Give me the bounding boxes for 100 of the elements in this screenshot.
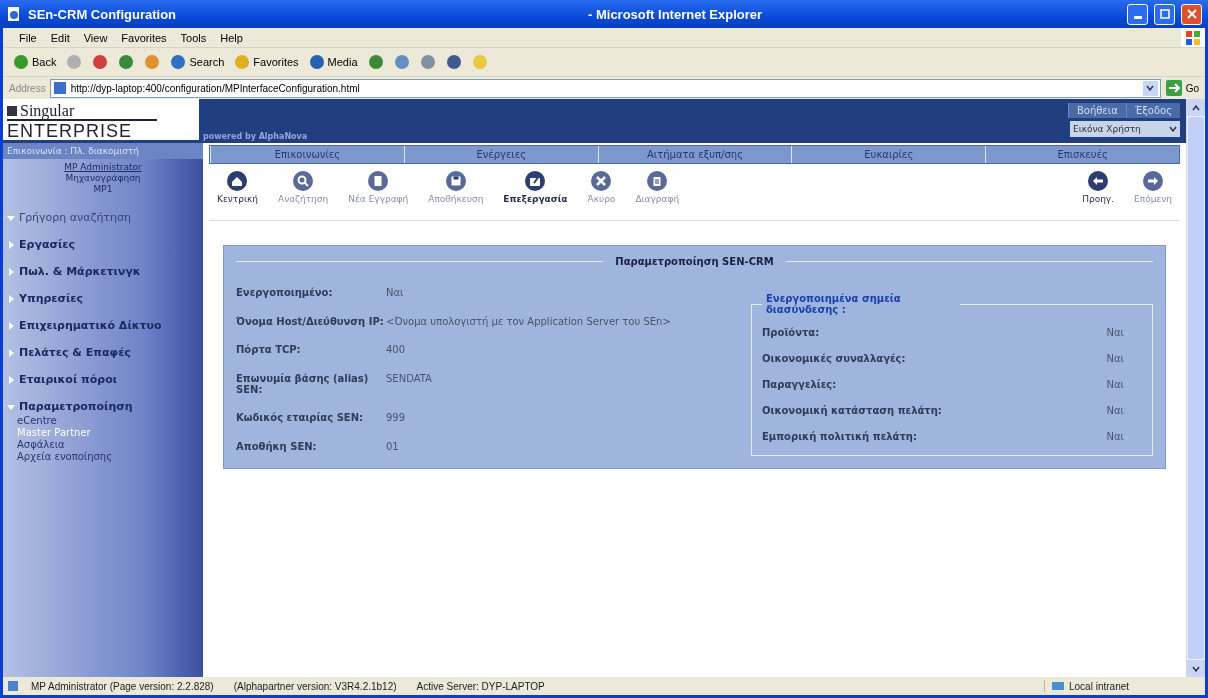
field-label: Αποθήκη SEN: xyxy=(236,440,318,454)
triangle-icon xyxy=(7,321,15,330)
field-label: Κωδικός εταιρίας SEN: xyxy=(236,412,365,425)
field-value: Ναι xyxy=(1106,326,1125,338)
triangle-icon xyxy=(7,375,15,384)
scroll-down-button[interactable] xyxy=(1187,660,1205,677)
minimize-button[interactable] xyxy=(1127,3,1148,25)
field-value: Ναι xyxy=(386,287,405,300)
field-value: Ναι xyxy=(1106,430,1125,442)
group-legend: Ενεργοποιημένα σημεία διασύνδεσης : xyxy=(762,293,960,315)
minimize-icon xyxy=(1133,15,1142,19)
profile-dropdown[interactable]: Εικόνα Χρήστη xyxy=(1070,121,1180,137)
cancel-icon xyxy=(590,170,613,192)
edit-icon xyxy=(524,170,547,192)
next-icon xyxy=(1142,170,1165,192)
sidebar-subitem[interactable]: eCentre xyxy=(17,415,203,427)
status-text: Active Server: DYP-LAPTOP xyxy=(415,680,546,692)
field-value: Ναι xyxy=(1106,378,1125,390)
field-value: 400 xyxy=(386,344,407,357)
app-title: - Microsoft Internet Explorer xyxy=(588,6,763,22)
page-icon xyxy=(7,680,19,692)
tab[interactable]: Επικοινωνίες xyxy=(210,146,404,163)
toolbar-button[interactable]: Back xyxy=(11,53,59,71)
status-text: (Alphapartner version: V3R4.2.1b12) xyxy=(232,680,398,692)
go-button[interactable]: Go xyxy=(1164,79,1199,97)
company-text: MP1 xyxy=(93,184,113,194)
toolbar-button[interactable]: Search xyxy=(168,53,227,71)
save-icon xyxy=(444,170,467,192)
triangle-icon xyxy=(7,213,15,222)
window-title: SEn-CRM Configuration xyxy=(28,6,178,22)
header-link[interactable]: Έξοδος xyxy=(1125,103,1180,118)
windows-flag-icon xyxy=(1185,29,1201,46)
scroll-up-button[interactable] xyxy=(1187,99,1205,116)
logo: Singular ENTERPRISE xyxy=(3,99,199,143)
tab[interactable]: Επισκευές xyxy=(985,146,1179,163)
delete-icon xyxy=(646,170,669,192)
panel-title: Παραμετροποίηση SEN-CRM xyxy=(615,256,774,267)
status-text: MP Administrator (Page version: 2.2.828) xyxy=(30,680,215,692)
tab[interactable]: Αιτήματα εξυπ/σης xyxy=(597,146,792,163)
header-link[interactable]: Βοήθεια xyxy=(1067,103,1126,118)
field-label: Πόρτα TCP: xyxy=(236,344,302,357)
intranet-icon xyxy=(1051,680,1065,692)
tab[interactable]: Ενέργειες xyxy=(403,146,598,163)
edit-button[interactable]: Επεξεργασία xyxy=(503,170,568,204)
sidebar-item[interactable]: Εργασίες xyxy=(3,231,203,258)
menu-item[interactable]: Favorites xyxy=(115,30,173,45)
field-value: SENDATA xyxy=(386,372,433,386)
new-icon xyxy=(367,170,390,192)
sidebar-subitem[interactable]: Αρχεία ενοποίησης xyxy=(17,451,203,463)
menu-item[interactable]: Help xyxy=(214,30,249,45)
triangle-icon xyxy=(7,402,15,411)
page-icon xyxy=(52,81,67,95)
menu-item[interactable]: Tools xyxy=(174,30,213,45)
powered-by-text: powered by AlphaNova xyxy=(202,132,308,143)
prev-button[interactable]: Προηγ. xyxy=(1082,170,1115,204)
caret-icon xyxy=(1169,126,1177,132)
field-label: Όνομα Host/Διεύθυνση IP: xyxy=(236,315,385,329)
close-icon xyxy=(1186,9,1197,19)
sidebar-subitem[interactable]: Ασφάλεια xyxy=(17,439,203,451)
zone-text: Local intranet xyxy=(1069,680,1130,692)
field-label: Εμπορική πολιτική πελάτη: xyxy=(762,430,917,442)
maximize-icon xyxy=(1159,9,1170,19)
address-label: Address xyxy=(9,82,46,94)
field-label: Οικονομικές συναλλαγές: xyxy=(762,352,906,364)
field-label: Οικονομική κατάσταση πελάτη: xyxy=(762,404,942,416)
menu-item[interactable]: File xyxy=(13,30,43,45)
menu-item[interactable]: Edit xyxy=(44,30,76,45)
triangle-icon xyxy=(7,240,15,249)
dropdown-button[interactable] xyxy=(1142,80,1158,96)
caret-icon xyxy=(1192,104,1200,111)
sidebar-item[interactable]: Εταιρικοί πόροι xyxy=(3,366,203,393)
triangle-icon xyxy=(7,267,15,276)
address-field[interactable]: http://dyp-laptop:400/configuration/MPInterfaceConfiguration.html xyxy=(49,78,1161,98)
caret-icon xyxy=(1192,665,1200,672)
field-value: Ναι xyxy=(1106,352,1125,364)
maximize-button[interactable] xyxy=(1154,3,1175,25)
user-link[interactable]: MP Administrator xyxy=(64,162,142,172)
triangle-icon xyxy=(7,348,15,357)
menu-item[interactable]: View xyxy=(77,30,114,45)
sidebar-item[interactable]: Γρήγορη αναζήτηση xyxy=(3,204,203,231)
caret-icon xyxy=(1146,85,1155,91)
field-value: 999 xyxy=(386,412,407,425)
ie-page-icon xyxy=(6,6,22,22)
tab[interactable]: Ευκαιρίες xyxy=(791,146,986,163)
close-button[interactable] xyxy=(1181,3,1202,25)
field-value: Ναι xyxy=(1106,404,1125,416)
sidebar-title: Επικοινωνία : Πλ. διακομιστή xyxy=(3,143,203,159)
field-value: <Όνομα υπολογιστή με τον Application Server του SEn> xyxy=(386,315,672,329)
sidebar-item[interactable]: Υπηρεσίες xyxy=(3,285,203,312)
toolbar-button[interactable]: Media xyxy=(306,53,360,71)
sidebar-item[interactable]: Πωλ. & Μάρκετινγκ xyxy=(3,258,203,285)
sidebar-item[interactable]: Επιχειρηματικό Δίκτυο xyxy=(3,312,203,339)
field-label: Επωνυμία βάσης (alias) SEN: xyxy=(236,372,370,397)
toolbar-button[interactable]: Favorites xyxy=(232,53,301,71)
scrollbar[interactable] xyxy=(1186,99,1205,677)
home-button[interactable]: Κεντρική xyxy=(217,170,258,204)
role-text: Μηχανογράφηση xyxy=(65,173,141,183)
triangle-icon xyxy=(7,294,15,303)
sidebar-item[interactable]: Πελάτες & Επαφές xyxy=(3,339,203,366)
prev-icon xyxy=(1087,170,1110,192)
